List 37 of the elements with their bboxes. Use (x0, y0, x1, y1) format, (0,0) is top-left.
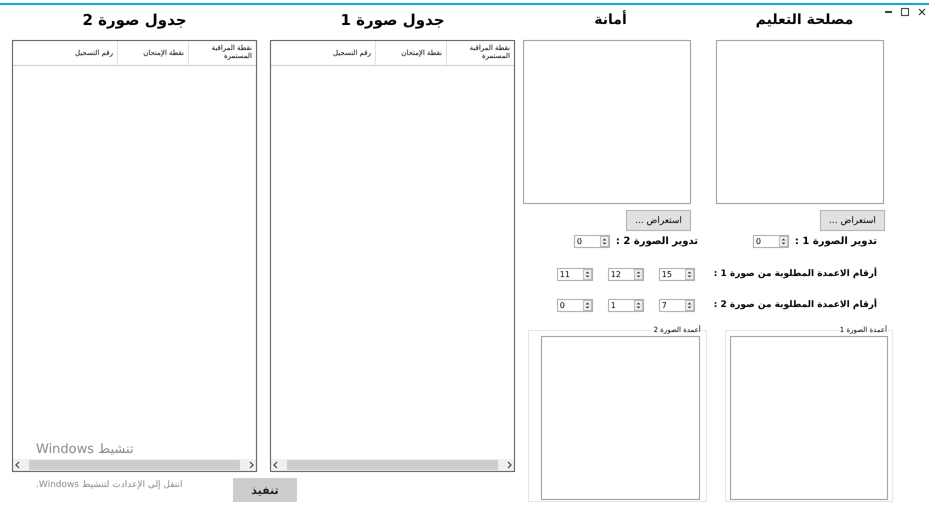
up-down-arrows-icon[interactable] (684, 300, 694, 311)
number-spinner[interactable]: 12 (608, 268, 644, 281)
horizontal-scrollbar[interactable] (271, 459, 514, 471)
panel-title: أمانة (594, 9, 627, 30)
up-down-arrows-icon[interactable] (582, 300, 592, 311)
execute-button[interactable]: تنفيذ (233, 478, 297, 502)
up-down-arrows-icon[interactable] (684, 269, 694, 280)
rotation-label: تدوير الصورة 1 : (794, 236, 877, 247)
up-down-arrows-icon[interactable] (634, 269, 643, 280)
panel-title: مصلحة التعليم (756, 11, 854, 30)
scrollbar-thumb[interactable] (287, 460, 498, 470)
activation-watermark: تنشيط Windows (36, 442, 134, 457)
table-title: جدول صورة 1 (339, 10, 446, 31)
columns-label: أرقام الاعمدة المطلوبة من صورة 2 : (714, 299, 877, 312)
activation-hint: انتقل إلى الإعدادت لتنشيط Windows. (36, 479, 183, 491)
minimize-icon[interactable] (885, 10, 892, 14)
horizontal-scrollbar[interactable] (13, 459, 256, 471)
up-down-arrows-icon[interactable] (582, 269, 592, 280)
browse-button[interactable]: استعراض ... (626, 210, 691, 231)
number-spinner[interactable]: 0 (556, 299, 593, 312)
browse-button[interactable]: استعراض ... (820, 210, 885, 231)
number-spinner[interactable]: 11 (556, 268, 593, 281)
number-spinner[interactable]: 0 (574, 235, 610, 248)
number-spinner[interactable]: 7 (658, 299, 695, 312)
number-spinner[interactable]: 0 (752, 235, 789, 248)
number-spinner[interactable]: 15 (658, 268, 695, 281)
columns-label: أرقام الاعمدة المطلوبة من صورة 1 : (714, 268, 877, 281)
rotation-label: تدوير الصورة 2 : (616, 236, 698, 247)
up-down-arrows-icon[interactable] (600, 236, 609, 247)
maximize-icon[interactable] (901, 8, 909, 16)
number-spinner[interactable]: 1 (608, 299, 644, 312)
scrollbar-thumb[interactable] (29, 460, 240, 470)
close-icon[interactable] (918, 8, 926, 16)
up-down-arrows-icon[interactable] (634, 300, 643, 311)
list-box[interactable] (541, 336, 700, 500)
table-title: جدول صورة 2 (81, 10, 188, 31)
up-down-arrows-icon[interactable] (778, 236, 788, 247)
